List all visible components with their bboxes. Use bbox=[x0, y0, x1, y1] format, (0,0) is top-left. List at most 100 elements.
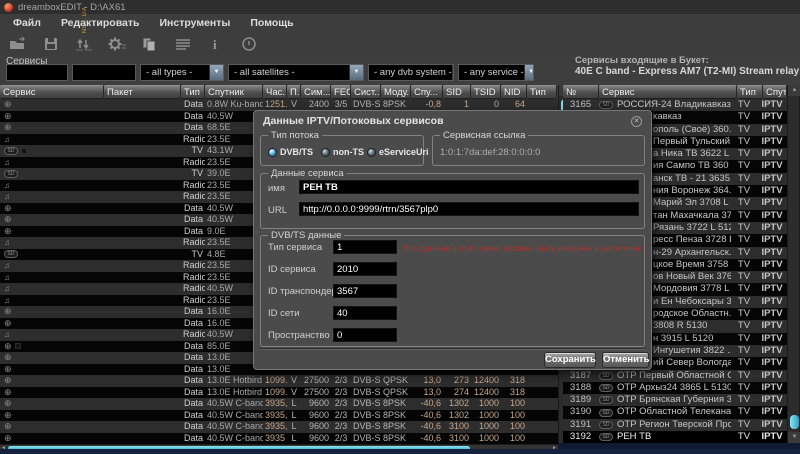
column-header-2[interactable]: Тип bbox=[181, 85, 205, 99]
filter-text-input-2[interactable] bbox=[72, 64, 136, 81]
iptv-service-dialog: Данные IPTV/Потоковых сервисов ✕ Тип пот… bbox=[253, 110, 652, 370]
service-icons: ⊕ bbox=[0, 226, 36, 238]
settings-gear-icon[interactable] bbox=[104, 34, 129, 54]
save-button[interactable]: Сохранить bbox=[544, 352, 596, 368]
filter-service-dropdown[interactable]: - any service - ▼ bbox=[458, 64, 534, 81]
column-header-5[interactable]: П... bbox=[287, 85, 301, 99]
radio-dvb-ts[interactable]: DVB/TS bbox=[268, 147, 313, 157]
list-icon[interactable] bbox=[170, 34, 195, 54]
bouquet-service-row[interactable]: 3189SDОТР Брянская Губерния 387...TVIPTV bbox=[563, 394, 787, 406]
copy-icon[interactable] bbox=[137, 34, 162, 54]
filter-satellites-dropdown[interactable]: - all satellites - ▼ bbox=[228, 64, 364, 81]
bouquet-service-row[interactable]: 3188SDОТР Архыз24 3865 L 5130TVIPTV bbox=[563, 382, 787, 394]
column-header-6[interactable]: Сим... bbox=[301, 85, 331, 99]
column-header-3[interactable]: Спутник bbox=[205, 85, 263, 99]
service-row[interactable]: ⊕Data13.0E Hotbird ...1099...V275002/3DV… bbox=[0, 387, 558, 399]
right-vertical-scrollbar[interactable]: ▲ ▼ bbox=[787, 85, 800, 443]
cell bbox=[36, 134, 104, 146]
chevron-down-icon[interactable]: ▼ bbox=[452, 65, 454, 80]
scroll-down-icon[interactable]: ▼ bbox=[788, 432, 800, 443]
cell bbox=[104, 99, 181, 111]
cell bbox=[36, 111, 104, 123]
filter-dvb-system-dropdown[interactable]: - any dvb system - ▼ bbox=[368, 64, 454, 81]
column-header-12[interactable]: TSID bbox=[471, 85, 501, 99]
service-row[interactable]: ⊕Data40.5W C-band ...3935,...L96002/3DVB… bbox=[0, 421, 558, 433]
service-system: IPTV bbox=[757, 222, 787, 234]
column-header-9[interactable]: Моду... bbox=[381, 85, 411, 99]
column-header-14[interactable]: Тип bbox=[527, 85, 557, 99]
chevron-down-icon[interactable]: ▼ bbox=[524, 65, 534, 80]
dvb-field-input-1[interactable] bbox=[333, 262, 397, 276]
cell: TV bbox=[181, 145, 205, 157]
bouquet-service-row[interactable]: 3187SDОТР Первый Областной Ор...TVIPTV bbox=[563, 370, 787, 382]
filter-types-dropdown[interactable]: - all types - ▼ bbox=[140, 64, 224, 81]
service-name-input[interactable] bbox=[299, 180, 639, 194]
column-header-0[interactable]: № bbox=[563, 85, 599, 99]
dvb-field-input-4[interactable] bbox=[333, 328, 397, 342]
service-icons: SD bbox=[0, 168, 36, 180]
cell: 40.5W C-band ... bbox=[205, 421, 263, 433]
cell: 8PSK bbox=[381, 99, 411, 111]
info-icon[interactable]: i bbox=[203, 34, 228, 54]
chevron-down-icon[interactable]: ▼ bbox=[209, 65, 223, 80]
column-header-1[interactable]: Сервис bbox=[599, 85, 737, 99]
radio-eserviceuri[interactable]: eServiceUri bbox=[367, 147, 429, 157]
service-row[interactable]: ⊕Data40.5W C-band3935L96002/3DVB-S28PSK-… bbox=[0, 433, 558, 445]
column-header-11[interactable]: SID bbox=[443, 85, 471, 99]
right-scrollbar-thumb[interactable] bbox=[790, 415, 799, 429]
save-icon[interactable] bbox=[38, 34, 63, 54]
radio-non-ts[interactable]: non-TS bbox=[321, 147, 364, 157]
dvb-field-input-0[interactable] bbox=[333, 240, 397, 254]
dvb-field-input-2[interactable] bbox=[333, 284, 397, 298]
column-header-8[interactable]: Сист... bbox=[351, 85, 381, 99]
menu-file[interactable]: Файл bbox=[3, 17, 51, 29]
service-row[interactable]: ⊕Data40.5W C-band ...3935,...L96002/3DVB… bbox=[0, 410, 558, 422]
open-file-icon[interactable] bbox=[5, 34, 30, 54]
service-row[interactable]: ⊕Data40.5W C-band ...3935,...L96002/3DVB… bbox=[0, 398, 558, 410]
cell: Data bbox=[181, 398, 205, 410]
cell bbox=[104, 410, 181, 422]
transfer-icon[interactable] bbox=[71, 34, 96, 54]
filter-service-value: - any service - bbox=[464, 67, 524, 78]
menu-edit[interactable]: Редактировать bbox=[51, 17, 150, 29]
cell: DVB-S2 bbox=[351, 410, 381, 422]
cell: 3100 bbox=[443, 421, 471, 433]
service-system: IPTV bbox=[757, 247, 787, 259]
radio-icon[interactable] bbox=[367, 148, 376, 157]
data-icon: ⊕ bbox=[4, 123, 12, 132]
bouquet-service-row[interactable]: 3190SDОТР Областной Телеканал ...TVIPTV bbox=[563, 406, 787, 418]
service-row[interactable]: ⊕Data13.0E Hotbird ...1099...V275002/3DV… bbox=[0, 375, 558, 387]
cell: 13,0 bbox=[411, 375, 443, 387]
service-row[interactable]: ⊕Data0.8W Ku-band ...1251...V24003/5DVB-… bbox=[0, 99, 558, 111]
dvb-field-input-3[interactable] bbox=[333, 306, 397, 320]
bouquet-service-row[interactable]: 3192SDРЕН ТВTVIPTV bbox=[563, 431, 787, 443]
service-type: TV bbox=[731, 197, 757, 209]
radio-selected-icon[interactable] bbox=[268, 148, 277, 157]
about-icon[interactable] bbox=[236, 34, 261, 54]
cell: Data bbox=[181, 214, 205, 226]
cancel-button[interactable]: Отменить bbox=[602, 352, 649, 368]
cell: 1 bbox=[443, 99, 471, 111]
menu-help[interactable]: Помощь bbox=[240, 17, 303, 29]
menu-bar: Файл Редактировать Инструменты Помощь bbox=[0, 14, 800, 31]
sd-icon-cell: SD bbox=[597, 394, 615, 406]
column-header-1[interactable]: Пакет bbox=[104, 85, 181, 99]
close-icon[interactable]: ✕ bbox=[631, 116, 642, 127]
bouquet-service-row[interactable]: 3191SDОТР Регион Тверской Прос...TVIPTV bbox=[563, 419, 787, 431]
column-header-4[interactable]: Час... bbox=[263, 85, 287, 99]
filter-text-input-1[interactable] bbox=[6, 64, 68, 81]
data-icon: ⊕ bbox=[4, 112, 12, 121]
chevron-down-icon[interactable]: ▼ bbox=[349, 65, 363, 80]
column-header-10[interactable]: Спу... bbox=[411, 85, 443, 99]
column-header-3[interactable]: Спут... bbox=[763, 85, 787, 99]
cell bbox=[104, 421, 181, 433]
column-header-2[interactable]: Тип bbox=[737, 85, 763, 99]
menu-tools[interactable]: Инструменты bbox=[149, 17, 240, 29]
column-header-13[interactable]: NID bbox=[501, 85, 527, 99]
column-header-7[interactable]: FEC bbox=[331, 85, 351, 99]
radio-icon[interactable] bbox=[321, 148, 330, 157]
column-header-0[interactable]: Сервис bbox=[0, 85, 104, 99]
cell bbox=[104, 387, 181, 399]
service-url-input[interactable] bbox=[299, 202, 639, 216]
scroll-up-icon[interactable]: ▲ bbox=[788, 85, 800, 96]
